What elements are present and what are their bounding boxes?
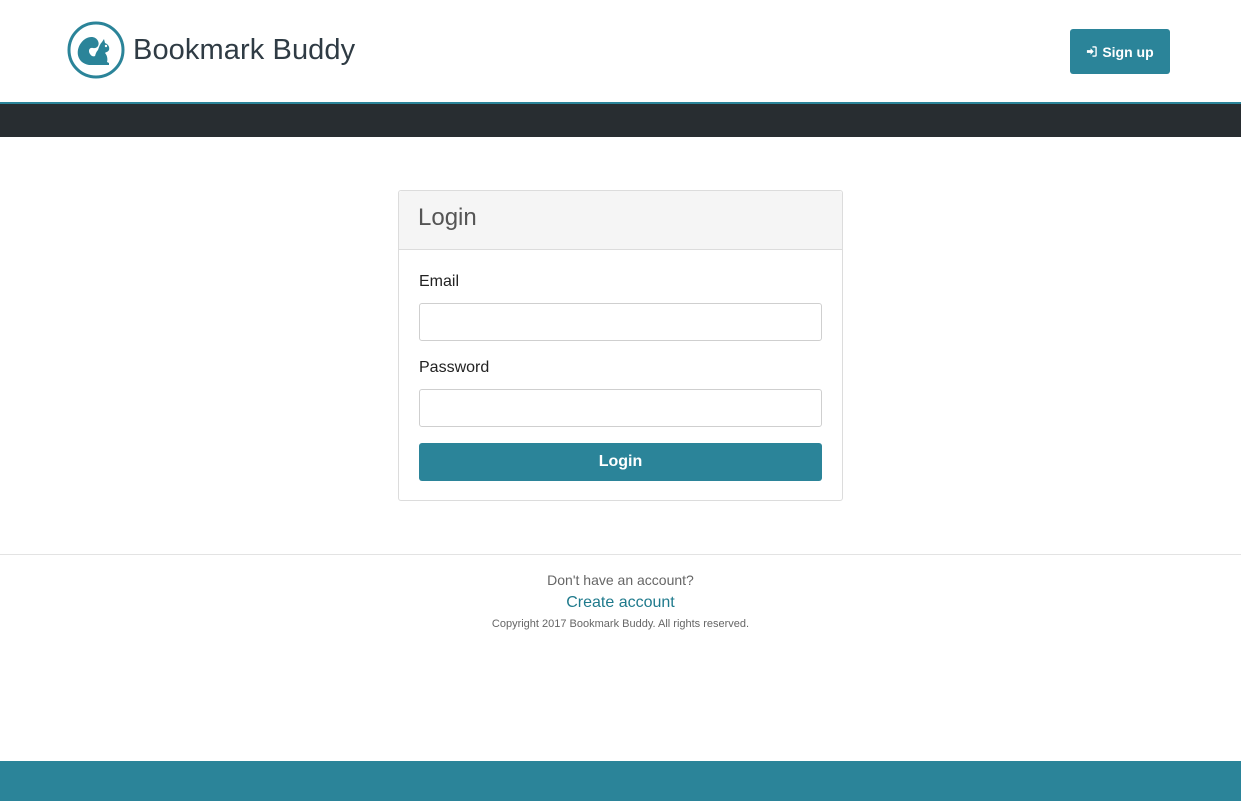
footer-divider: [0, 554, 1241, 555]
password-label: Password: [419, 359, 490, 376]
email-field[interactable]: [419, 303, 822, 341]
login-title: Login: [418, 204, 477, 231]
squirrel-icon: [67, 21, 125, 79]
email-label: Email: [419, 273, 460, 290]
password-field[interactable]: [419, 389, 822, 427]
create-account-link[interactable]: Create account: [0, 594, 1241, 612]
site-header: Bookmark Buddy Sign up: [0, 0, 1241, 102]
login-button[interactable]: Login: [419, 443, 822, 481]
login-form: Email Password Login: [399, 250, 842, 501]
no-account-prompt: Don't have an account?: [547, 572, 694, 588]
copyright-text: Copyright 2017 Bookmark Buddy. All right…: [491, 618, 750, 630]
login-panel: Login Email Password Login: [398, 190, 843, 501]
brand-name: Bookmark Buddy: [133, 33, 356, 66]
login-panel-header: Login: [399, 191, 842, 250]
logo[interactable]: Bookmark Buddy: [67, 21, 355, 79]
sign-up-label: Sign up: [1102, 43, 1154, 60]
navbar: [0, 104, 1241, 137]
sign-in-icon: [1087, 46, 1098, 57]
sign-up-button[interactable]: Sign up: [1070, 29, 1170, 74]
bottom-bar: [0, 761, 1241, 801]
